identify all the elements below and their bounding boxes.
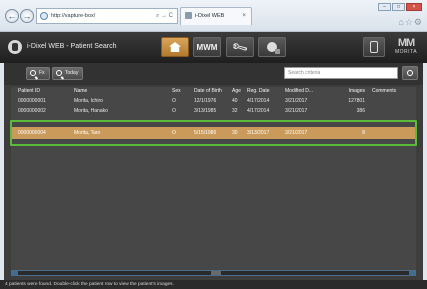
column-header-reg-date[interactable]: Reg. Date — [247, 87, 270, 96]
table-row[interactable]: 0000000002 Morita, Hanako O 3/13/1985 32… — [11, 107, 416, 116]
tab-i-dixel-web[interactable]: i-Dixel WEB × — [180, 7, 252, 25]
minimize-button[interactable]: – — [378, 3, 391, 11]
search-button[interactable] — [402, 66, 418, 80]
fx-search-button[interactable]: Fx — [26, 67, 50, 80]
browser-window: ← → http://vapture-box/ ⌕ → C i-Dixel WE… — [0, 0, 427, 289]
column-header-age[interactable]: Age — [232, 87, 241, 96]
search-placeholder: Search criteria — [288, 70, 321, 76]
scroll-right-icon[interactable] — [409, 271, 415, 275]
mwm-label: MWM — [196, 42, 218, 52]
patient-info-button[interactable] — [363, 37, 385, 57]
column-header-images[interactable]: Images — [336, 87, 365, 96]
table-row[interactable]: 0000000001 Morita, Ichiro O 12/1/1976 40… — [11, 97, 416, 106]
column-header-name[interactable]: Name — [74, 87, 87, 96]
brand-mark: MM — [397, 37, 415, 49]
brand-logo: MM MORITA — [390, 37, 422, 56]
person-icon — [370, 41, 378, 53]
cell-dob: 3/13/1985 — [194, 108, 217, 114]
cell-reg-date: 4/17/2014 — [247, 108, 270, 114]
window-controls: – □ × — [378, 3, 422, 11]
forward-button[interactable]: → — [20, 9, 34, 23]
cell-patient-id: 0000000001 — [18, 98, 46, 104]
brand-word: MORITA — [394, 49, 418, 55]
cell-age: 32 — [232, 108, 238, 114]
maximize-button[interactable]: □ — [392, 3, 405, 11]
cell-images: 127801 — [348, 98, 365, 104]
cell-sex: O — [172, 98, 176, 104]
cell-age: 40 — [232, 98, 238, 104]
settings-button[interactable]: 🔧︎ — [226, 37, 254, 57]
cell-modified-date: 3/21/2017 — [285, 108, 308, 114]
column-header-dob[interactable]: Date of Birth — [194, 87, 222, 96]
search-toolbar: Fx Today Search criteria — [4, 63, 423, 85]
row-highlight-outline — [10, 120, 417, 146]
scroll-left-icon[interactable] — [12, 271, 18, 275]
cell-sex: O — [172, 108, 176, 114]
export-icon — [267, 42, 280, 54]
search-icon — [30, 70, 36, 76]
patient-table: Patient ID Name Sex Date of Birth Age Re… — [11, 87, 416, 271]
page-title: i-Dixel WEB - Patient Search — [27, 43, 117, 50]
tab-favicon-icon — [185, 12, 192, 19]
scroll-thumb[interactable] — [211, 271, 221, 275]
site-favicon-icon — [40, 12, 48, 20]
app-logo-icon — [8, 40, 22, 54]
cell-modified-date: 3/21/2017 — [285, 98, 308, 104]
search-icon — [56, 70, 62, 76]
cell-reg-date: 4/17/2014 — [247, 98, 270, 104]
column-header-patient-id[interactable]: Patient ID — [18, 87, 40, 96]
wrench-icon: 🔧︎ — [231, 38, 250, 57]
home-icon — [169, 42, 181, 52]
browser-titlebar: ← → http://vapture-box/ ⌕ → C i-Dixel WE… — [0, 0, 427, 32]
cell-images: 386 — [356, 108, 365, 114]
cell-patient-id: 0000000002 — [18, 108, 46, 114]
mwm-button[interactable]: MWM — [193, 37, 221, 57]
export-button[interactable] — [258, 37, 286, 57]
fx-label: Fx — [39, 70, 45, 76]
app-body: Fx Today Search criteria Patient ID Name… — [4, 63, 423, 280]
cell-name: Morita, Hanako — [74, 108, 108, 114]
address-tools-icon[interactable]: ⌕ → C — [156, 9, 173, 23]
search-icon — [407, 70, 413, 76]
horizontal-scrollbar[interactable] — [11, 270, 416, 276]
status-text: 4 patients were found. Double-click the … — [5, 282, 174, 287]
back-button[interactable]: ← — [5, 9, 19, 23]
app-header: i-Dixel WEB - Patient Search MWM 🔧︎ MM M… — [0, 32, 427, 63]
address-url: http://vapture-box/ — [51, 13, 96, 19]
cell-name: Morita, Ichiro — [74, 98, 103, 104]
close-window-button[interactable]: × — [406, 3, 422, 11]
tab-close-icon[interactable]: × — [242, 8, 246, 24]
cell-dob: 12/1/1976 — [194, 98, 217, 104]
today-label: Today — [65, 70, 79, 76]
status-bar: 4 patients were found. Double-click the … — [0, 280, 427, 289]
tab-title: i-Dixel WEB — [195, 13, 225, 19]
home-button[interactable] — [161, 37, 189, 57]
search-input[interactable]: Search criteria — [284, 67, 398, 79]
address-bar[interactable]: http://vapture-box/ ⌕ → C — [36, 8, 178, 24]
table-header: Patient ID Name Sex Date of Birth Age Re… — [11, 87, 416, 96]
column-header-sex[interactable]: Sex — [172, 87, 181, 96]
today-search-button[interactable]: Today — [52, 67, 84, 80]
column-header-comments[interactable]: Comments — [372, 87, 396, 96]
column-header-modified-date[interactable]: Modified D... — [285, 87, 313, 96]
browser-toolbar-icons[interactable]: ⌂☆⚙ — [398, 17, 423, 28]
